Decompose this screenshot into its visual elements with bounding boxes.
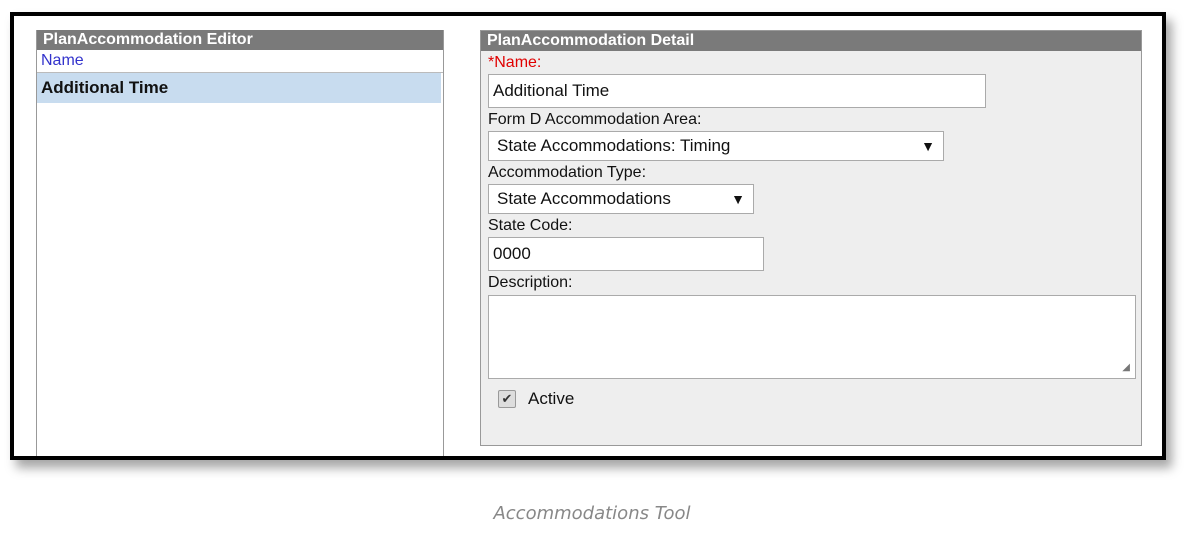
- app-window: PlanAccommodation Editor Name Additional…: [10, 12, 1166, 460]
- type-select-value: State Accommodations: [497, 189, 671, 208]
- active-label: Active: [528, 389, 575, 408]
- name-label-text: Name:: [494, 54, 542, 71]
- state-code-input[interactable]: [488, 237, 764, 271]
- active-row: ✔ Active: [498, 389, 1134, 409]
- name-column-header[interactable]: Name: [37, 50, 443, 73]
- chevron-down-icon: ▼: [731, 191, 745, 207]
- detail-panel: PlanAccommodation Detail *Name: Form D A…: [480, 30, 1142, 446]
- active-checkbox[interactable]: ✔: [498, 390, 516, 408]
- state-code-label: State Code:: [488, 217, 573, 234]
- description-label: Description:: [488, 274, 573, 291]
- editor-header: PlanAccommodation Editor: [37, 30, 443, 50]
- list-item[interactable]: Additional Time: [37, 73, 441, 103]
- chevron-down-icon: ▼: [921, 138, 935, 154]
- area-label: Form D Accommodation Area:: [488, 111, 702, 128]
- name-input[interactable]: [488, 74, 986, 108]
- editor-panel: PlanAccommodation Editor Name Additional…: [36, 30, 444, 456]
- figure-caption: Accommodations Tool: [493, 503, 691, 524]
- area-select[interactable]: State Accommodations: Timing ▼: [488, 131, 944, 161]
- type-select[interactable]: State Accommodations ▼: [488, 184, 754, 214]
- name-label: *Name:: [488, 53, 1134, 73]
- detail-form: *Name: Form D Accommodation Area: State …: [481, 51, 1141, 411]
- area-select-value: State Accommodations: Timing: [497, 136, 731, 155]
- list-item-label: Additional Time: [41, 78, 169, 97]
- checkmark-icon: ✔: [501, 391, 513, 406]
- description-textarea[interactable]: [488, 295, 1136, 379]
- detail-header: PlanAccommodation Detail: [481, 31, 1141, 51]
- type-label: Accommodation Type:: [488, 164, 647, 181]
- description-wrapper: ◢: [488, 295, 1136, 379]
- resize-grip-icon[interactable]: ◢: [1122, 362, 1130, 373]
